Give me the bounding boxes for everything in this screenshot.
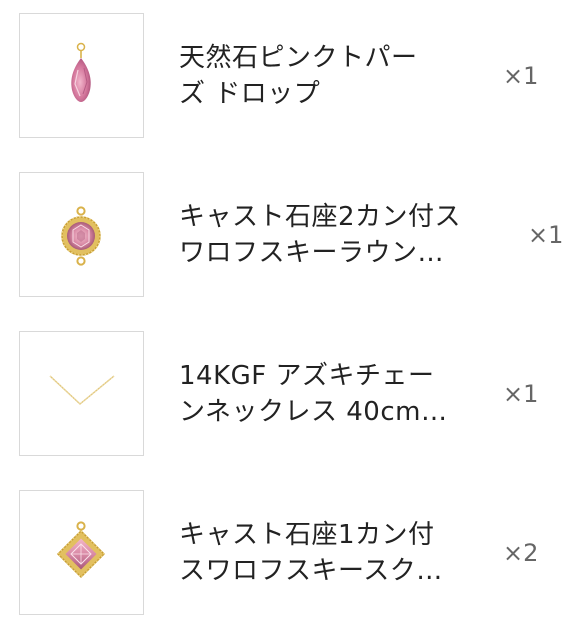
product-thumbnail[interactable] xyxy=(19,490,144,615)
pink-topaz-drop-icon xyxy=(71,42,91,102)
quantity-label: ×2 xyxy=(503,539,539,567)
product-name-line: ンネックレス 40cm… xyxy=(179,397,448,427)
product-name-line: ズ ドロップ xyxy=(179,79,321,109)
gold-chain-necklace-icon xyxy=(49,375,115,405)
product-name-line: キャスト石座1カン付 xyxy=(179,520,435,550)
product-thumbnail[interactable] xyxy=(19,331,144,456)
quantity-label: ×1 xyxy=(503,380,539,408)
product-name[interactable]: 14KGF アズキチェー ンネックレス 40cm… xyxy=(179,358,479,430)
quantity-label: ×1 xyxy=(528,221,564,249)
product-name-line: ワロフスキーラウン… xyxy=(179,238,445,268)
product-thumbnail[interactable] xyxy=(19,172,144,297)
product-name-line: キャスト石座2カン付ス xyxy=(179,202,462,232)
product-name-line: 天然石ピンクトパー xyxy=(179,43,418,73)
product-name[interactable]: キャスト石座1カン付 スワロフスキースク… xyxy=(179,517,479,589)
round-crystal-connector-icon xyxy=(61,206,101,266)
product-name[interactable]: キャスト石座2カン付ス ワロフスキーラウン… xyxy=(179,199,479,271)
product-name-line: スワロフスキースク… xyxy=(179,556,443,586)
cart-item[interactable]: 14KGF アズキチェー ンネックレス 40cm… ×1 xyxy=(0,331,569,458)
quantity-label: ×1 xyxy=(503,62,539,90)
square-crystal-charm-icon xyxy=(56,521,106,579)
product-name[interactable]: 天然石ピンクトパー ズ ドロップ xyxy=(179,40,479,112)
product-name-line: 14KGF アズキチェー xyxy=(179,361,435,391)
product-thumbnail[interactable] xyxy=(19,13,144,138)
cart-item[interactable]: キャスト石座2カン付ス ワロフスキーラウン… ×1 xyxy=(0,172,569,299)
cart-item[interactable]: 天然石ピンクトパー ズ ドロップ ×1 xyxy=(0,13,569,140)
cart-item[interactable]: キャスト石座1カン付 スワロフスキースク… ×2 xyxy=(0,490,569,617)
